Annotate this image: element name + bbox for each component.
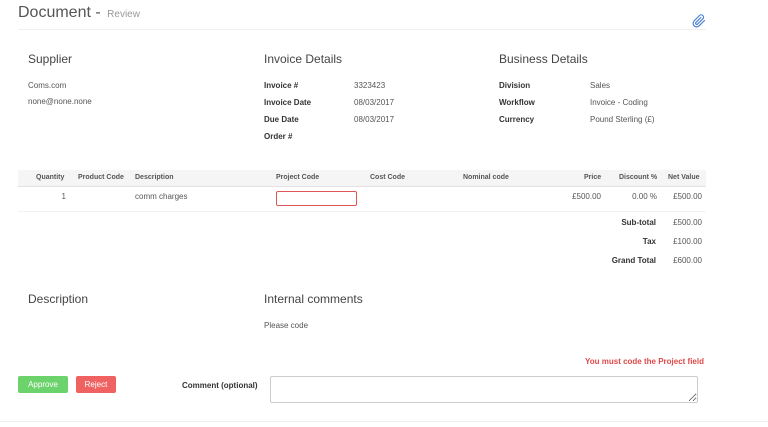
division-label: Division [499, 81, 531, 90]
row-quantity: 1 [61, 192, 66, 201]
approve-button[interactable]: Approve [18, 376, 68, 393]
reject-button[interactable]: Reject [76, 376, 116, 393]
row-description: comm charges [135, 192, 188, 201]
invoice-number-label: Invoice # [264, 81, 299, 90]
column-header-nominal-code: Nominal code [463, 174, 509, 181]
page-subtitle: Review [107, 9, 140, 20]
row-price: £500.00 [572, 192, 601, 201]
paperclip-icon[interactable] [692, 14, 706, 28]
column-header-product-code: Product Code [78, 174, 124, 181]
column-header-quantity: Quantity [36, 174, 65, 181]
supplier-email: none@none.none [28, 97, 92, 106]
title-separator: - [95, 4, 101, 21]
grand-total-label: Grand Total [611, 256, 656, 265]
subtotal-value: £500.00 [673, 218, 702, 227]
supplier-heading: Supplier [28, 52, 73, 66]
column-header-price: Price [584, 174, 602, 181]
page-title: Document - Review [18, 4, 140, 22]
column-header-net-value: Net Value [668, 174, 700, 181]
grand-total-value: £600.00 [673, 256, 702, 265]
description-heading: Description [28, 292, 89, 306]
due-date-value: 08/03/2017 [354, 115, 395, 124]
workflow-value: Invoice - Coding [590, 98, 648, 107]
invoice-details-heading: Invoice Details [264, 52, 343, 66]
workflow-label: Workflow [499, 98, 535, 107]
column-header-discount: Discount % [619, 174, 658, 181]
division-value: Sales [590, 81, 611, 90]
row-discount: 0.00 % [632, 192, 657, 201]
column-header-description: Description [135, 174, 174, 181]
page-title-text: Document [18, 4, 91, 21]
row-net-value: £500.00 [673, 192, 702, 201]
tax-label: Tax [642, 237, 656, 246]
order-number-label: Order # [264, 132, 293, 141]
internal-comment-text: Please code [264, 321, 309, 330]
comment-label: Comment (optional) [182, 381, 258, 390]
column-header-project-code: Project Code [276, 174, 320, 181]
comment-textarea[interactable] [270, 376, 698, 403]
currency-label: Currency [499, 115, 535, 124]
lines-table-header: Quantity Product Code Description Projec… [18, 170, 706, 187]
internal-comments-heading: Internal comments [264, 292, 363, 306]
table-divider [18, 211, 706, 212]
validation-error: You must code the Project field [585, 357, 704, 366]
subtotal-label: Sub-total [621, 218, 656, 227]
due-date-label: Due Date [264, 115, 299, 124]
project-code-input[interactable] [276, 191, 357, 206]
footer-divider [0, 421, 768, 422]
invoice-number-value: 3323423 [354, 81, 386, 90]
header-divider [18, 29, 706, 30]
currency-value: Pound Sterling (£) [590, 115, 655, 124]
invoice-date-value: 08/03/2017 [354, 98, 395, 107]
supplier-name: Coms.com [28, 81, 67, 90]
invoice-date-label: Invoice Date [264, 98, 312, 107]
business-details-heading: Business Details [499, 52, 588, 66]
column-header-cost-code: Cost Code [370, 174, 405, 181]
tax-value: £100.00 [673, 237, 702, 246]
